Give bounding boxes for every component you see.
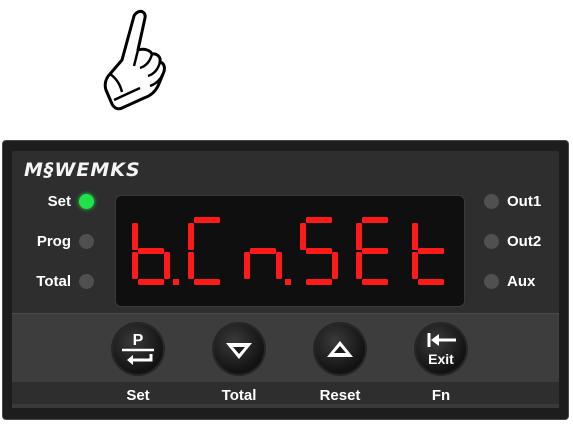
key-label-set: Set bbox=[126, 387, 150, 404]
indicator-set: Set bbox=[21, 193, 94, 210]
key-label-reset: Reset bbox=[319, 387, 361, 404]
indicator-prog: Prog bbox=[21, 233, 94, 250]
segment-g bbox=[138, 248, 164, 254]
segment-e bbox=[244, 252, 250, 279]
segment-e bbox=[132, 252, 138, 279]
segment-c bbox=[164, 252, 170, 279]
segment-d bbox=[362, 279, 388, 285]
key-panel: P Exit bbox=[12, 313, 559, 382]
segment-e bbox=[356, 252, 362, 279]
segment-f bbox=[412, 223, 418, 250]
led-out2-icon bbox=[484, 234, 499, 249]
reset-key-button[interactable] bbox=[315, 324, 365, 374]
segment-a bbox=[194, 217, 220, 223]
led-set-icon bbox=[79, 194, 94, 209]
indicator-label: Out1 bbox=[507, 193, 542, 210]
brand-logo: M§WEMKS bbox=[24, 159, 141, 181]
segment-f bbox=[356, 223, 362, 250]
decimal-point bbox=[285, 279, 291, 285]
indicator-label: Prog bbox=[36, 233, 71, 250]
led-aux-icon bbox=[484, 274, 499, 289]
indicator-label: Total bbox=[36, 273, 71, 290]
key-glyph: P bbox=[133, 332, 144, 349]
total-key-button[interactable] bbox=[214, 324, 264, 374]
segment-d bbox=[418, 279, 444, 285]
segment-g bbox=[362, 248, 388, 254]
key-label-fn: Fn bbox=[431, 387, 451, 404]
segment-e bbox=[188, 252, 194, 279]
indicator-out1: Out1 bbox=[484, 193, 541, 210]
bottom-strip bbox=[12, 404, 559, 408]
panel-meter: M§WEMKS Set Prog Total Out1 Out2 Aux P E… bbox=[2, 140, 569, 420]
segment-g bbox=[250, 248, 276, 254]
segment-f bbox=[132, 223, 138, 250]
seven-segment-display bbox=[115, 195, 465, 307]
segment-f bbox=[300, 223, 306, 250]
segment-g bbox=[418, 248, 444, 254]
key-label-total: Total bbox=[221, 387, 257, 404]
indicator-label: Aux bbox=[507, 273, 536, 290]
segment-e bbox=[412, 252, 418, 279]
segment-g bbox=[306, 248, 332, 254]
indicator-aux: Aux bbox=[484, 273, 535, 290]
back-arrow-icon: Exit bbox=[427, 333, 456, 367]
indicator-label: Out2 bbox=[507, 233, 542, 250]
segment-d bbox=[138, 279, 164, 285]
enter-icon: P bbox=[122, 332, 154, 365]
pointing-hand-icon bbox=[103, 9, 166, 111]
display-readout bbox=[132, 217, 444, 285]
led-prog-icon bbox=[79, 234, 94, 249]
segment-c bbox=[276, 252, 282, 279]
down-arrow-icon bbox=[226, 343, 252, 359]
segment-a bbox=[306, 217, 332, 223]
up-arrow-icon bbox=[327, 341, 353, 357]
meter-faceplate: M§WEMKS Set Prog Total Out1 Out2 Aux P E… bbox=[12, 151, 559, 408]
decimal-point bbox=[173, 279, 179, 285]
set-key-button[interactable]: P bbox=[113, 324, 163, 374]
indicator-label: Set bbox=[47, 193, 71, 210]
fn-key-button[interactable]: Exit bbox=[416, 324, 466, 374]
segment-d bbox=[194, 279, 220, 285]
led-out1-icon bbox=[484, 194, 499, 209]
segment-c bbox=[332, 252, 338, 279]
segment-a bbox=[362, 217, 388, 223]
segment-d bbox=[306, 279, 332, 285]
indicator-total: Total bbox=[21, 273, 94, 290]
key-glyph: Exit bbox=[428, 351, 454, 367]
indicator-out2: Out2 bbox=[484, 233, 541, 250]
segment-f bbox=[188, 223, 194, 250]
led-total-icon bbox=[79, 274, 94, 289]
